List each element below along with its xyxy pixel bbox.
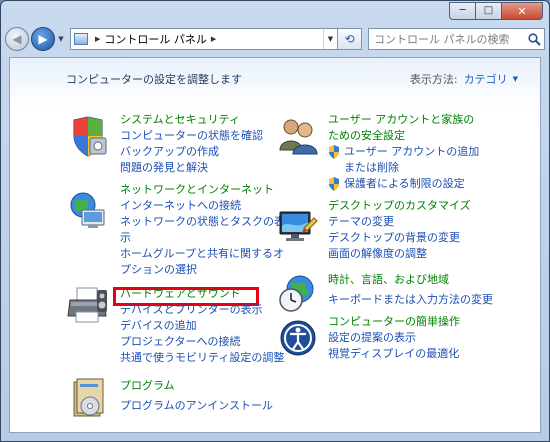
breadcrumb-control-panel[interactable]: コントロール パネル — [104, 31, 207, 47]
link-backup[interactable]: バックアップの作成 — [120, 144, 263, 160]
maximize-button[interactable]: □ — [475, 2, 501, 20]
monitor-icon[interactable] — [278, 206, 318, 246]
clock-globe-icon[interactable] — [278, 274, 318, 314]
category-title-ease-of-access[interactable]: コンピューターの簡単操作 — [328, 314, 460, 330]
recent-pages-dropdown[interactable]: ▼ — [56, 35, 66, 43]
address-history-dropdown[interactable]: ▼ — [323, 29, 337, 49]
category-title-programs[interactable]: プログラム — [120, 378, 273, 394]
caption-buttons: ─ □ ✕ — [449, 2, 543, 20]
address-bar[interactable]: ▶ コントロール パネル ▶ ▼ — [70, 28, 338, 50]
view-by: 表示方法: カテゴリ ▼ — [410, 71, 518, 87]
address-chevron-icon[interactable]: ▶ — [95, 35, 100, 43]
link-devices-printers[interactable]: デバイスとプリンターの表示 — [120, 302, 284, 318]
link-add-remove-accounts[interactable]: ユーザー アカウントの追加または削除 — [328, 144, 488, 176]
link-get-recommendations[interactable]: 設定の提案の表示 — [328, 330, 460, 346]
minimize-button[interactable]: ─ — [449, 2, 475, 20]
refresh-button[interactable]: ⟲ — [338, 28, 362, 50]
link-change-theme[interactable]: テーマの変更 — [328, 214, 471, 230]
shield-security-icon[interactable] — [68, 116, 108, 157]
control-panel-window: ─ □ ✕ ◀ ▶ ▼ ▶ コントロール パネル ▶ ▼ ⟲ コントロール パネ… — [0, 0, 550, 442]
link-projector[interactable]: プロジェクターへの接続 — [120, 334, 284, 350]
link-mobility-settings[interactable]: 共通で使うモビリティ設定の調整 — [120, 350, 284, 366]
control-panel-icon — [74, 33, 88, 45]
link-troubleshoot[interactable]: 問題の発見と解決 — [120, 160, 263, 176]
page-title: コンピューターの設定を調整します — [66, 73, 242, 86]
category-title-appearance[interactable]: デスクトップのカスタマイズ — [328, 198, 471, 214]
close-button[interactable]: ✕ — [501, 2, 543, 20]
view-by-label: 表示方法: — [409, 73, 458, 86]
link-connect-internet[interactable]: インターネットへの接続 — [120, 198, 292, 214]
category-title-network[interactable]: ネットワークとインターネット — [120, 182, 292, 198]
link-add-device[interactable]: デバイスの追加 — [120, 318, 284, 334]
back-button[interactable]: ◀ — [5, 27, 29, 51]
link-network-status[interactable]: ネットワークの状態とタスクの表示 — [120, 214, 292, 246]
users-icon[interactable] — [278, 116, 318, 156]
category-user-accounts: ユーザー アカウントと家族のための安全設定 ユーザー アカウントの追加または削除… — [328, 112, 488, 192]
address-chevron-icon[interactable]: ▶ — [211, 35, 216, 43]
ease-of-access-icon[interactable] — [278, 318, 318, 358]
uac-shield-icon — [329, 145, 339, 159]
uac-shield-icon — [329, 177, 339, 191]
category-title-user-accounts[interactable]: ユーザー アカウントと家族のための安全設定 — [328, 112, 478, 144]
forward-button[interactable]: ▶ — [31, 27, 55, 51]
search-icon[interactable] — [524, 32, 544, 46]
link-check-status[interactable]: コンピューターの状態を確認 — [120, 128, 263, 144]
category-hardware-sound: ハードウェアとサウンド デバイスとプリンターの表示 デバイスの追加 プロジェクタ… — [120, 286, 284, 366]
search-input[interactable]: コントロール パネルの検索 — [374, 31, 524, 47]
printer-icon[interactable] — [67, 286, 107, 326]
link-optimize-display[interactable]: 視覚ディスプレイの最適化 — [328, 346, 460, 362]
link-parental-controls[interactable]: 保護者による制限の設定 — [328, 176, 488, 192]
chevron-down-icon[interactable]: ▼ — [513, 75, 518, 83]
category-title-hardware-sound[interactable]: ハードウェアとサウンド — [120, 286, 284, 302]
navigation-bar: ◀ ▶ ▼ ▶ コントロール パネル ▶ ▼ ⟲ コントロール パネルの検索 — [5, 26, 545, 52]
search-box[interactable]: コントロール パネルの検索 — [368, 28, 545, 50]
link-uninstall-program[interactable]: プログラムのアンインストール — [120, 398, 273, 414]
category-title-system-security[interactable]: システムとセキュリティ — [120, 112, 263, 128]
category-ease-of-access: コンピューターの簡単操作 設定の提案の表示 視覚ディスプレイの最適化 — [328, 314, 460, 362]
category-title-clock-region[interactable]: 時計、言語、および地域 — [328, 272, 493, 288]
category-network: ネットワークとインターネット インターネットへの接続 ネットワークの状態とタスク… — [120, 182, 292, 278]
category-appearance: デスクトップのカスタマイズ テーマの変更 デスクトップの背景の変更 画面の解像度… — [328, 198, 471, 262]
link-change-keyboard[interactable]: キーボードまたは入力方法の変更 — [328, 292, 493, 308]
network-globe-icon[interactable] — [68, 190, 108, 230]
view-by-dropdown[interactable]: カテゴリ — [464, 71, 508, 87]
category-clock-region: 時計、言語、および地域 キーボードまたは入力方法の変更 — [328, 272, 493, 308]
link-change-background[interactable]: デスクトップの背景の変更 — [328, 230, 471, 246]
link-screen-resolution[interactable]: 画面の解像度の調整 — [328, 246, 471, 262]
programs-icon[interactable] — [68, 378, 108, 418]
link-homegroup[interactable]: ホームグループと共有に関するオプションの選択 — [120, 246, 292, 278]
category-system-security: システムとセキュリティ コンピューターの状態を確認 バックアップの作成 問題の発… — [120, 112, 263, 176]
content-pane: コンピューターの設定を調整します 表示方法: カテゴリ ▼ システムとセキュリテ… — [9, 57, 541, 433]
category-programs: プログラム プログラムのアンインストール — [120, 378, 273, 414]
